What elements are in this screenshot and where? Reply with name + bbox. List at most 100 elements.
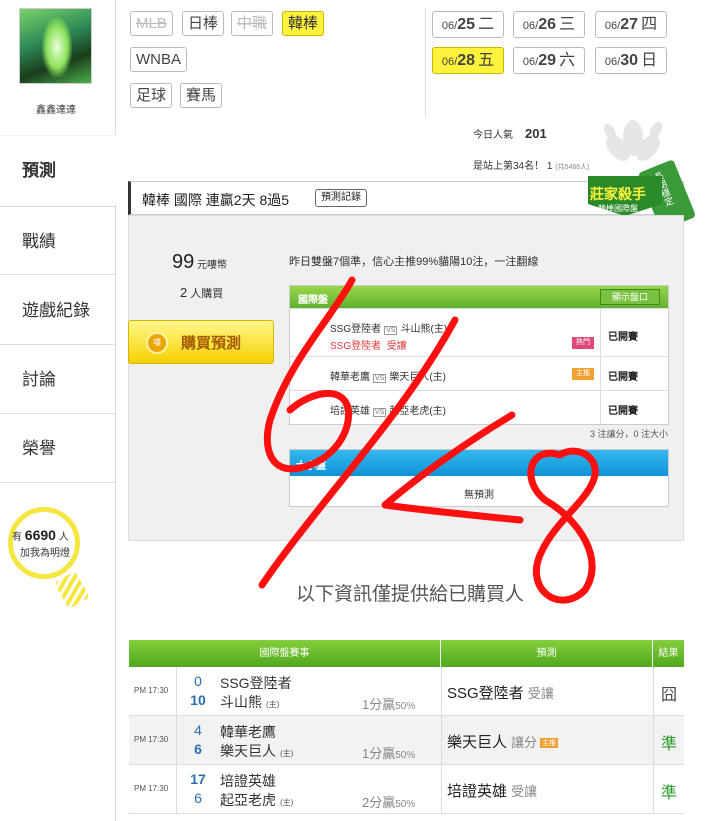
buy-prediction-button[interactable]: 嘍 購買預測 [128,320,274,364]
nav-item-record[interactable]: 戰績 [0,206,116,275]
game-time: PM 17:30 [134,686,169,695]
intl-matchup: 培證英雄 VS 起亞老虎(主) [330,402,446,417]
fans-count: 有 6690 人 [12,527,69,543]
team-away: 韓華老鷹 [220,724,276,740]
date-0630[interactable]: 06/30 日 [595,47,667,74]
league-tag-npb[interactable]: 日棒 [182,11,225,36]
nav-item-predict[interactable]: 預測 [0,136,116,205]
date-day: 26 [538,16,556,33]
table-row: PM 17:30 0 10 SSG登陸者 斗山熊 (主) 1分贏50% SSG登陸… [129,667,684,716]
prediction: SSG登陸者 受讓 [447,682,554,703]
handicap-pct: 50% [395,799,416,810]
cell-divider [653,765,654,813]
date-weekday: 二 [478,16,495,33]
fans-unit: 人 [58,532,69,543]
fans-prefix: 有 [12,532,22,543]
team-away: 起亞老虎(主) [389,406,447,417]
popularity-value: 201 [525,126,547,141]
prediction-type: 受讓 [527,686,554,701]
date-0628[interactable]: 06/28 五 [432,47,504,74]
game-status: 已開賽 [608,372,638,383]
intl-row: SSG登陸者 VS 斗山熊(主) SSG登陸者 受讓 熱門 已開賽 [290,308,668,356]
team-home: 樂天巨人 (主) [220,741,293,761]
league-tag-cpbl[interactable]: 中職 [231,11,274,36]
date-day: 28 [457,52,475,69]
score-home: 6 [194,741,202,757]
date-month: 06/ [441,56,458,68]
handicap-value: 1分贏 [362,697,396,712]
date-0627[interactable]: 06/27 四 [595,11,667,38]
date-weekday: 日 [641,52,658,69]
username[interactable]: 鑫鑫達達 [0,101,112,116]
avatar[interactable] [19,8,92,84]
team-home-name: 起亞老虎 [220,792,276,808]
league-tag-horse[interactable]: 賽馬 [180,83,223,108]
home-mark: (主) [280,798,294,807]
game-status: 已開賽 [608,406,638,417]
score-home: 10 [190,692,206,708]
date-month: 06/ [441,20,458,32]
score-away: 4 [194,722,202,738]
league-tag-kbo[interactable]: 韓棒 [282,11,325,36]
team-home: 韓華老鷹 [330,372,370,383]
prediction-summary: 昨日雙盤7個準，信心主推99%貓陽10注，一注翻線 [289,256,539,268]
col-header-prediction: 預測 [441,640,653,667]
nav-item-game-log[interactable]: 遊戲紀錄 [0,276,116,345]
result-mark: 囧 [660,687,677,704]
handicap-value: 2分贏 [362,795,396,810]
intl-matchup: SSG登陸者 VS 斗山熊(主) [330,320,447,335]
league-tag-soccer[interactable]: 足球 [130,83,173,108]
show-odds-button[interactable]: 顯示盤口 [600,289,660,305]
team-home-name: 樂天巨人 [220,743,276,759]
filter-divider [425,8,426,118]
bet-count-footnote: 3 注讓分，0 注大小 [590,429,669,439]
table-row: PM 17:30 17 6 培證英雄 起亞老虎 (主) 2分贏50% 培證英雄 受讓… [129,765,684,814]
fans-caption: 加我為明燈 [20,548,70,559]
fans-number: 6690 [24,527,56,543]
cell-divider [441,716,442,764]
game-status: 已開賽 [608,332,638,343]
team-home: 培證英雄 [330,406,370,417]
main-pick-tag: 主推 [540,738,559,749]
result-mark: 準 [660,785,677,802]
team-away: 樂天巨人(主) [389,372,447,383]
col-header-result: 結果 [653,640,684,667]
total-header-title: 大小盤 [296,461,326,472]
handicap-pct: 50% [395,701,416,712]
team-home-name: 斗山熊 [220,694,262,710]
nav-item-discussion[interactable]: 討論 [0,345,116,414]
score-away: 17 [190,771,206,787]
vs-icon: VS [373,374,387,383]
row-divider [600,391,601,424]
buyers-unit: 人購買 [190,288,224,300]
team-away: 斗山熊(主) [400,324,448,335]
vs-icon: VS [373,408,387,417]
nav-item-honor[interactable]: 榮譽 [0,414,116,483]
main-pick-tag: 主推 [572,368,594,380]
coin-icon: 嘍 [146,332,168,354]
sidebar: 鑫鑫達達 預測 戰績 遊戲紀錄 討論 榮譽 有 6690 人 加我為明燈 [0,0,116,821]
team-away: 培證英雄 [220,773,276,789]
total-prediction-box: 大小盤 無預測 [289,449,669,507]
buyers-only-notice: 以下資訊僅提供給已購買人 [295,584,524,605]
score-away: 0 [194,673,202,689]
home-mark: (主) [280,749,294,758]
date-weekday: 六 [559,52,576,69]
league-tag-wnba[interactable]: WNBA [130,47,187,72]
league-tag-mlb[interactable]: MLB [130,11,173,36]
date-0626[interactable]: 06/26 三 [513,11,585,38]
game-time: PM 17:30 [134,735,169,744]
date-day: 25 [457,16,475,33]
date-day: 30 [620,52,638,69]
col-header-match: 國際盤賽事 [129,640,441,667]
date-0625[interactable]: 06/25 二 [432,11,504,38]
badge-title: 莊家殺手 [590,186,646,202]
prediction-record-button[interactable]: 預測記錄 [315,189,367,207]
results-table: 國際盤賽事 預測 結果 PM 17:30 0 10 SSG登陸者 斗山熊 (主) … [129,640,684,821]
buyers-count: 2 [180,285,188,300]
date-0629[interactable]: 06/29 六 [513,47,585,74]
intl-matchup: 韓華老鷹 VS 樂天巨人(主) [330,368,446,383]
cell-divider [441,667,442,715]
result-mark: 準 [660,736,677,753]
popularity-rank: 是站上第34名！ 1 (共5466人) [473,157,589,172]
